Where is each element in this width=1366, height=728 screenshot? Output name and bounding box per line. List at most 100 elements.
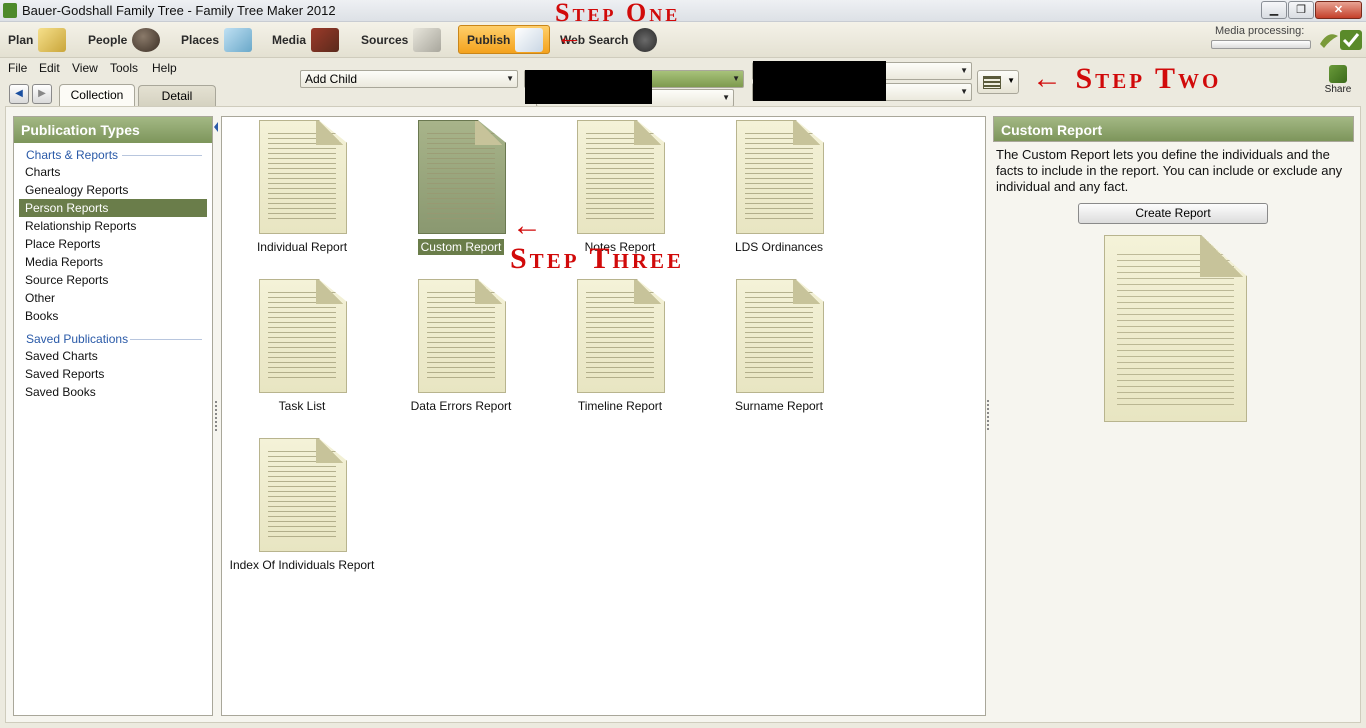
share-icon [1329, 65, 1347, 83]
list-item-other[interactable]: Other [19, 289, 207, 307]
leaf-check-icon[interactable] [1318, 26, 1364, 54]
report-label: Surname Report [734, 399, 824, 413]
report-thumbnail [577, 279, 665, 393]
report-tile-timeline[interactable]: Timeline Report [540, 276, 690, 424]
app-icon [3, 3, 17, 18]
report-label: Timeline Report [577, 399, 663, 413]
panel-header: Publication Types [14, 117, 212, 143]
report-label: Individual Report [256, 240, 348, 254]
list-item-place-reports[interactable]: Place Reports [19, 235, 207, 253]
report-label: Index Of Individuals Report [229, 558, 375, 572]
workspace-label: Media [272, 32, 307, 47]
binoculars-icon [633, 27, 658, 52]
create-report-button[interactable]: Create Report [1078, 203, 1268, 224]
report-thumbnail [577, 120, 665, 234]
workspace-label: Sources [361, 32, 409, 47]
chevron-down-icon: ▼ [732, 74, 740, 83]
workspace-label: Places [181, 32, 220, 47]
workspace-publish-button[interactable]: Publish [458, 25, 550, 54]
workspace-media-button[interactable]: Media [272, 25, 340, 54]
menu-view[interactable]: View [72, 61, 98, 75]
redaction-box [753, 61, 886, 101]
report-tile-custom[interactable]: Custom Report [381, 117, 531, 265]
list-item-saved-reports[interactable]: Saved Reports [19, 365, 207, 383]
menu-tools[interactable]: Tools [110, 61, 138, 75]
chevron-down-icon: ▼ [960, 87, 968, 96]
list-item-genealogy-reports[interactable]: Genealogy Reports [19, 181, 207, 199]
forward-button[interactable]: ▶ [32, 84, 52, 104]
section-title-saved-publications: Saved Publications [14, 331, 212, 347]
section-title-text: Saved Publications [26, 332, 129, 346]
close-button[interactable]: ✕ [1315, 1, 1362, 19]
panel-header: Custom Report [993, 116, 1354, 142]
workspace-label: Plan [8, 32, 34, 47]
maximize-button[interactable]: ❐ [1288, 1, 1314, 19]
workspace-plan-button[interactable]: Plan [8, 25, 67, 54]
report-tile-individual[interactable]: Individual Report [222, 117, 372, 265]
menu-edit[interactable]: Edit [39, 61, 60, 75]
publication-types-panel: Publication Types Charts & Reports Chart… [13, 116, 213, 716]
collapse-arrow-icon[interactable] [214, 122, 218, 132]
list-item-person-reports[interactable]: Person Reports [19, 199, 207, 217]
title-bar: Bauer-Godshall Family Tree - Family Tree… [0, 0, 1366, 22]
list-item-media-reports[interactable]: Media Reports [19, 253, 207, 271]
list-item-relationship-reports[interactable]: Relationship Reports [19, 217, 207, 235]
step-three-arrow: ← [512, 209, 542, 242]
share-label: Share [1324, 84, 1352, 95]
back-button[interactable]: ◀ [9, 84, 29, 104]
report-tile-index-of-individuals[interactable]: Index Of Individuals Report [222, 435, 374, 583]
workspace-toolbar: Plan People Places Media Sources Publish… [0, 22, 1366, 58]
menu-file[interactable]: File [8, 61, 27, 75]
report-tile-task-list[interactable]: Task List [222, 276, 372, 424]
report-description: The Custom Report lets you define the in… [996, 147, 1343, 194]
report-thumbnail [259, 120, 347, 234]
publish-icon [515, 27, 544, 52]
media-processing-label: Media processing: [1215, 25, 1305, 37]
grip-icon[interactable] [987, 400, 989, 430]
media-processing-progress [1211, 40, 1311, 49]
list-item-charts[interactable]: Charts [19, 163, 207, 181]
list-item-saved-books[interactable]: Saved Books [19, 383, 207, 401]
add-relative-label: Add Child [305, 72, 358, 86]
workspace-places-button[interactable]: Places [181, 25, 253, 54]
report-label: LDS Ordinances [734, 240, 824, 254]
report-thumbnail [736, 120, 824, 234]
media-icon [311, 27, 340, 52]
step-two-annotation: ← Step Two [1032, 62, 1222, 95]
chevron-down-icon: ▼ [1007, 76, 1015, 85]
redaction-box [525, 70, 652, 104]
grip-icon [215, 401, 217, 431]
plan-icon [38, 27, 67, 52]
add-relative-dropdown[interactable]: Add Child ▼ [300, 70, 518, 88]
places-icon [224, 27, 253, 52]
list-item-source-reports[interactable]: Source Reports [19, 271, 207, 289]
section-divider [130, 339, 202, 340]
report-thumbnail [418, 120, 506, 234]
window-title: Bauer-Godshall Family Tree - Family Tree… [22, 3, 336, 18]
panel-splitter[interactable] [214, 116, 218, 716]
minimize-button[interactable]: ▁ [1261, 1, 1287, 19]
chevron-down-icon: ▼ [506, 74, 514, 83]
section-title-charts-reports: Charts & Reports [14, 147, 212, 163]
section-divider [122, 155, 202, 156]
report-preview [1104, 235, 1247, 422]
report-tile-lds-ordinances[interactable]: LDS Ordinances [699, 117, 849, 265]
report-gallery: Individual Report Custom Report Notes Re… [221, 116, 986, 716]
menu-help[interactable]: Help [152, 61, 177, 75]
step-one-arrow: ← [556, 22, 582, 51]
report-thumbnail [259, 438, 347, 552]
list-item-books[interactable]: Books [19, 307, 207, 325]
workspace-sources-button[interactable]: Sources [361, 25, 442, 54]
view-options-dropdown[interactable]: ▼ [977, 70, 1019, 94]
workspace-label: Publish [467, 32, 511, 47]
tab-collection[interactable]: Collection [59, 84, 135, 107]
people-icon [132, 27, 161, 52]
sources-icon [413, 27, 442, 52]
list-item-saved-charts[interactable]: Saved Charts [19, 347, 207, 365]
tab-detail[interactable]: Detail [138, 85, 216, 107]
workspace-people-button[interactable]: People [88, 25, 161, 54]
report-tile-data-errors[interactable]: Data Errors Report [381, 276, 531, 424]
report-tile-surname[interactable]: Surname Report [699, 276, 849, 424]
workspace-label: People [88, 32, 128, 47]
share-button[interactable]: Share [1322, 65, 1354, 95]
